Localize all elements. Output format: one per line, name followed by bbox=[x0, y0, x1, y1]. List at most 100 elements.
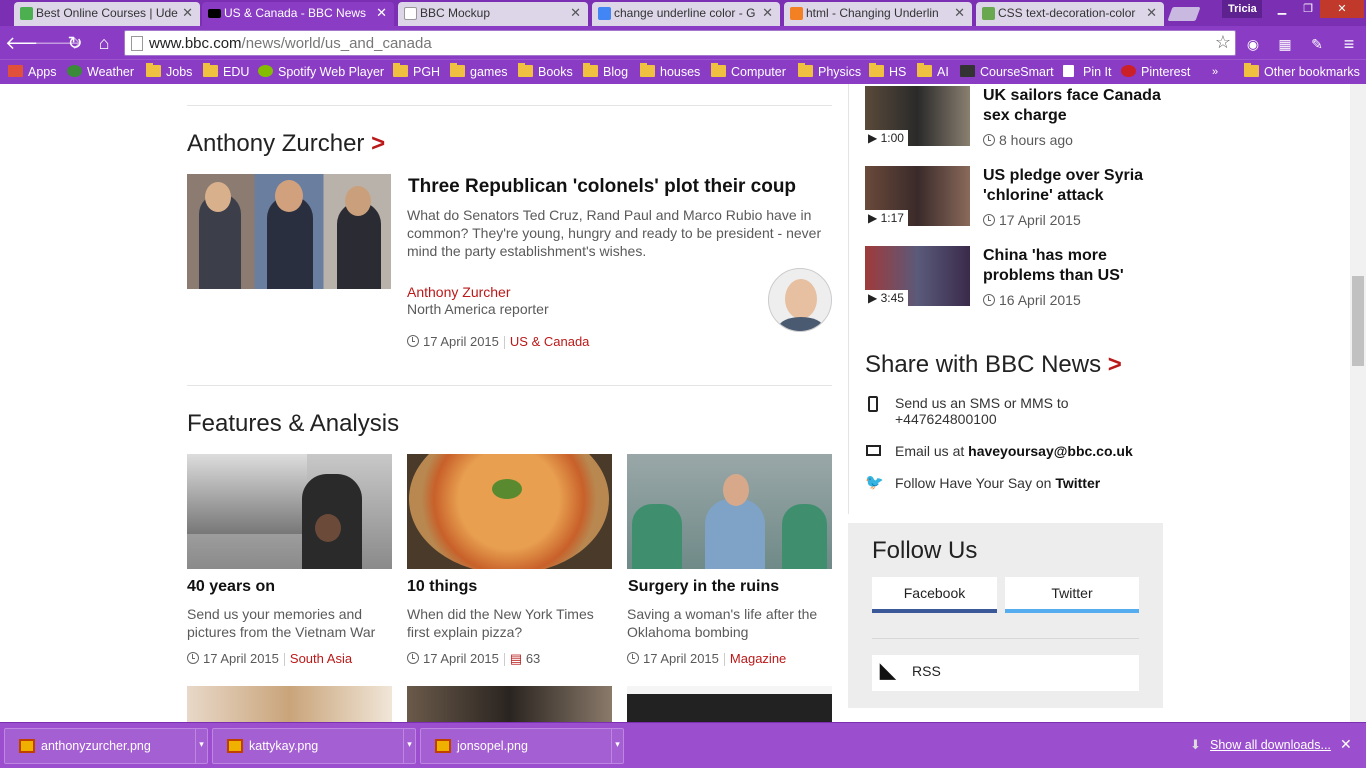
tag-link[interactable]: US & Canada bbox=[510, 334, 590, 349]
profile-button[interactable]: Tricia bbox=[1222, 0, 1262, 18]
bookmark-other[interactable]: Other bookmarks bbox=[1244, 63, 1360, 81]
bookmark-ai[interactable]: AI bbox=[917, 63, 949, 81]
bookmark-jobs[interactable]: Jobs bbox=[146, 63, 192, 81]
home-icon[interactable]: ⌂ bbox=[92, 31, 116, 55]
article-thumbnail[interactable] bbox=[627, 686, 832, 722]
bookmark-games[interactable]: games bbox=[450, 63, 508, 81]
close-tab-icon[interactable]: ✕ bbox=[762, 5, 773, 21]
folder-icon bbox=[1244, 63, 1259, 77]
author-section-heading[interactable]: Anthony Zurcher > bbox=[187, 130, 385, 158]
address-bar[interactable]: www.bbc.com/news/world/us_and_canada ☆ bbox=[124, 30, 1236, 56]
folder-icon bbox=[917, 63, 932, 77]
close-tab-icon[interactable]: ✕ bbox=[182, 5, 193, 21]
scrollbar[interactable] bbox=[1350, 84, 1366, 722]
reload-icon[interactable]: ↻ bbox=[63, 31, 87, 55]
bookmark-houses[interactable]: houses bbox=[640, 63, 700, 81]
chrome-extension-icon[interactable]: ◉ bbox=[1242, 33, 1264, 55]
restore-icon[interactable]: ❐ bbox=[1296, 0, 1320, 18]
author-name-link[interactable]: Anthony Zurcher bbox=[407, 284, 511, 300]
tab-google-search[interactable]: change underline color - G ✕ bbox=[592, 2, 780, 26]
facebook-button[interactable]: Facebook bbox=[872, 577, 997, 613]
close-tab-icon[interactable]: ✕ bbox=[570, 5, 581, 21]
close-tab-icon[interactable]: ✕ bbox=[954, 5, 965, 21]
bookmark-spotify[interactable]: Spotify Web Player bbox=[258, 63, 384, 81]
follow-heading: Follow Us bbox=[872, 537, 978, 564]
page-favicon-icon bbox=[982, 7, 995, 20]
bookmark-edu[interactable]: EDU bbox=[203, 63, 249, 81]
chevron-down-icon[interactable]: ▾ bbox=[195, 729, 207, 763]
back-icon[interactable]: 🡐 bbox=[5, 31, 53, 55]
twitter-bird-icon: 🐦 bbox=[865, 474, 884, 491]
tag-link[interactable]: Magazine bbox=[730, 651, 786, 666]
folder-icon bbox=[393, 63, 408, 77]
bookmark-pinterest[interactable]: Pinterest bbox=[1121, 63, 1190, 81]
tab-bbc-mockup[interactable]: BBC Mockup ✕ bbox=[398, 2, 588, 26]
clock-icon bbox=[983, 214, 995, 226]
article-thumbnail[interactable] bbox=[407, 686, 612, 722]
bookmark-computer[interactable]: Computer bbox=[711, 63, 786, 81]
twitter-button[interactable]: Twitter bbox=[1005, 577, 1139, 613]
feature-title-link[interactable]: 10 things bbox=[407, 578, 477, 596]
bookmark-coursesmart[interactable]: CourseSmart bbox=[960, 63, 1054, 81]
stackoverflow-favicon-icon bbox=[790, 7, 803, 20]
bookmark-weather[interactable]: Weather bbox=[67, 63, 134, 81]
share-heading[interactable]: Share with BBC News > bbox=[865, 351, 1122, 379]
video-title-link[interactable]: US pledge over Syria 'chlorine' attack bbox=[983, 166, 1163, 206]
feature-title-link[interactable]: Surgery in the ruins bbox=[628, 578, 779, 596]
bookmark-books[interactable]: Books bbox=[518, 63, 573, 81]
tab-stackoverflow[interactable]: html - Changing Underlin ✕ bbox=[784, 2, 972, 26]
minimize-icon[interactable]: ▁ bbox=[1268, 0, 1296, 18]
bookmark-hs[interactable]: HS bbox=[869, 63, 906, 81]
video-title-link[interactable]: UK sailors face Canada sex charge bbox=[983, 86, 1163, 126]
show-all-downloads-link[interactable]: Show all downloads... bbox=[1210, 738, 1331, 752]
video-thumbnail[interactable]: ▶ 1:17 bbox=[865, 166, 970, 226]
follow-us-panel: Follow Us Facebook Twitter ◣ RSS bbox=[848, 523, 1163, 708]
comment-count[interactable]: 63 bbox=[526, 651, 540, 666]
senators-photo[interactable] bbox=[187, 174, 391, 289]
eyedropper-extension-icon[interactable]: ✎ bbox=[1306, 33, 1328, 55]
chevron-down-icon[interactable]: ▾ bbox=[403, 729, 415, 763]
comment-icon[interactable]: ▤ bbox=[510, 651, 522, 666]
rss-button[interactable]: ◣ RSS bbox=[872, 655, 1139, 691]
bookmarks-overflow-icon[interactable]: » bbox=[1212, 63, 1218, 81]
tag-link[interactable]: South Asia bbox=[290, 651, 352, 666]
email-link[interactable]: haveyoursay@bbc.co.uk bbox=[968, 443, 1133, 459]
bookmark-blog[interactable]: Blog bbox=[583, 63, 628, 81]
close-tab-icon[interactable]: ✕ bbox=[376, 5, 387, 21]
new-tab-button[interactable] bbox=[1167, 7, 1201, 21]
headline-summary: What do Senators Ted Cruz, Rand Paul and… bbox=[407, 207, 822, 259]
close-downloads-icon[interactable]: ✕ bbox=[1340, 736, 1352, 753]
forward-icon[interactable]: 🡒 bbox=[34, 31, 82, 55]
divider bbox=[187, 105, 832, 106]
pizza-photo[interactable] bbox=[407, 454, 612, 569]
vietnam-photo[interactable] bbox=[187, 454, 392, 569]
tab-udemy[interactable]: Best Online Courses | Ude ✕ bbox=[14, 2, 200, 26]
close-tab-icon[interactable]: ✕ bbox=[1146, 5, 1157, 21]
video-title-link[interactable]: China 'has more problems than US' bbox=[983, 246, 1163, 286]
article-thumbnail[interactable] bbox=[187, 686, 392, 722]
video-thumbnail[interactable]: ▶ 3:45 bbox=[865, 246, 970, 306]
folder-icon bbox=[203, 63, 218, 77]
close-window-icon[interactable]: ✕ bbox=[1320, 0, 1364, 18]
bookmark-physics[interactable]: Physics bbox=[798, 63, 861, 81]
tab-css-decoration[interactable]: CSS text-decoration-color ✕ bbox=[976, 2, 1164, 26]
download-item[interactable]: anthonyzurcher.png ▾ bbox=[4, 728, 208, 764]
clapper-extension-icon[interactable]: ▦ bbox=[1274, 33, 1296, 55]
bookmark-apps[interactable]: Apps bbox=[8, 63, 57, 81]
feature-title-link[interactable]: 40 years on bbox=[187, 578, 275, 596]
scrollbar-thumb[interactable] bbox=[1352, 276, 1364, 366]
menu-icon[interactable]: ≡ bbox=[1338, 33, 1360, 55]
folder-icon bbox=[450, 63, 465, 77]
chevron-down-icon[interactable]: ▾ bbox=[611, 729, 623, 763]
bookmark-pin-it[interactable]: Pin It bbox=[1063, 63, 1112, 81]
video-thumbnail[interactable]: ▶ 1:00 bbox=[865, 86, 970, 146]
sms-text: Send us an SMS or MMS to +447624800100 bbox=[895, 395, 1069, 427]
download-item[interactable]: jonsopel.png ▾ bbox=[420, 728, 624, 764]
bookmark-pgh[interactable]: PGH bbox=[393, 63, 440, 81]
download-item[interactable]: kattykay.png ▾ bbox=[212, 728, 416, 764]
bookmark-star-icon[interactable]: ☆ bbox=[1215, 32, 1231, 53]
twitter-link[interactable]: Twitter bbox=[1055, 475, 1100, 491]
headline-link[interactable]: Three Republican 'colonels' plot their c… bbox=[408, 176, 796, 198]
tab-bbc-news[interactable]: US & Canada - BBC News ✕ bbox=[202, 2, 394, 26]
surgery-photo[interactable] bbox=[627, 454, 832, 569]
